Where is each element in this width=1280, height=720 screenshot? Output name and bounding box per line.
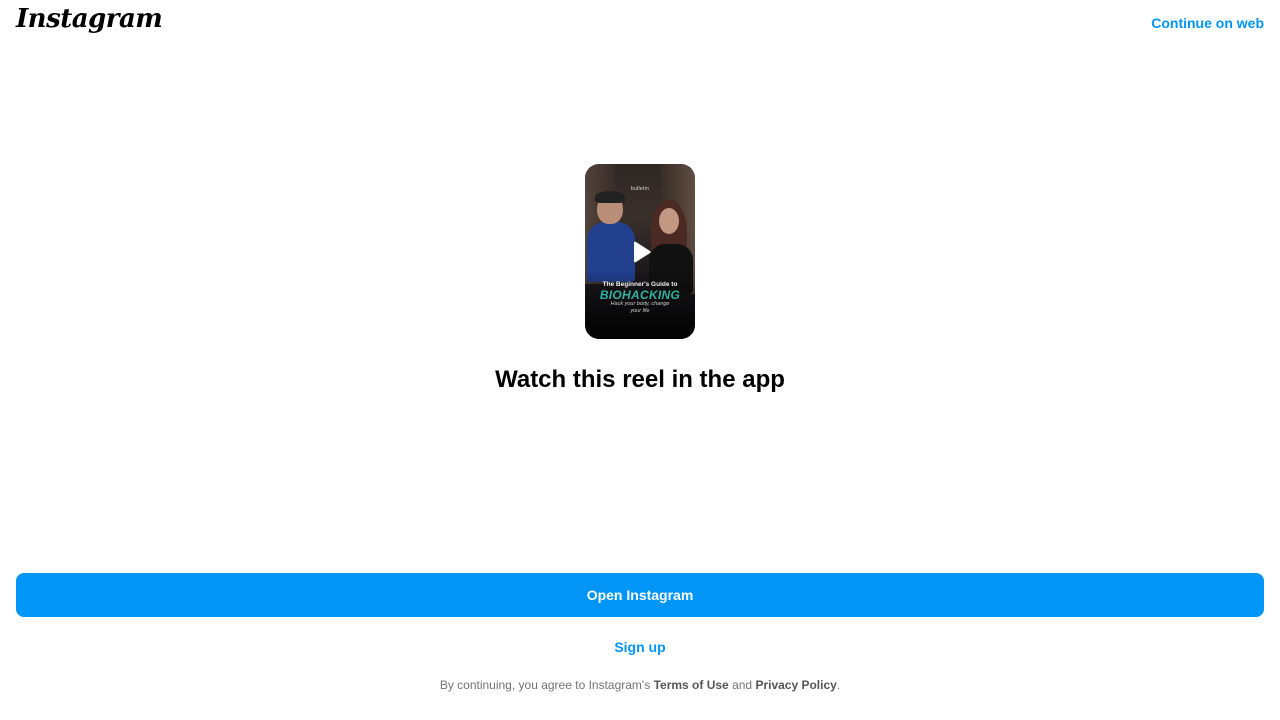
legal-notice: By continuing, you agree to Instagram's … bbox=[0, 678, 1280, 692]
sign-up-link[interactable]: Sign up bbox=[614, 639, 665, 655]
play-icon[interactable] bbox=[630, 240, 652, 264]
thumbnail-person-right-head bbox=[659, 208, 679, 234]
instagram-logo[interactable]: Instagram bbox=[16, 4, 163, 34]
page-headline: Watch this reel in the app bbox=[495, 366, 785, 393]
terms-of-use-link[interactable]: Terms of Use bbox=[654, 678, 729, 692]
open-instagram-button[interactable]: Open Instagram bbox=[16, 573, 1264, 617]
thumbnail-person-left-hair bbox=[595, 191, 625, 203]
thumbnail-subtitle: Hack your body, change your life bbox=[610, 301, 670, 314]
signup-container: Sign up bbox=[0, 639, 1280, 657]
thumbnail-guide-line: The Beginner's Guide to bbox=[602, 281, 678, 288]
legal-suffix: . bbox=[836, 678, 841, 692]
thumbnail-brand: bulletin bbox=[630, 186, 650, 192]
thumbnail-title: BIOHACKING bbox=[599, 288, 681, 302]
reel-thumbnail[interactable]: bulletin The Beginner's Guide to BIOHACK… bbox=[585, 164, 695, 339]
privacy-policy-link[interactable]: Privacy Policy bbox=[755, 678, 836, 692]
legal-prefix: By continuing, you agree to Instagram's bbox=[439, 678, 651, 692]
continue-on-web-link[interactable]: Continue on web bbox=[1151, 15, 1264, 31]
legal-and: and bbox=[732, 678, 753, 692]
